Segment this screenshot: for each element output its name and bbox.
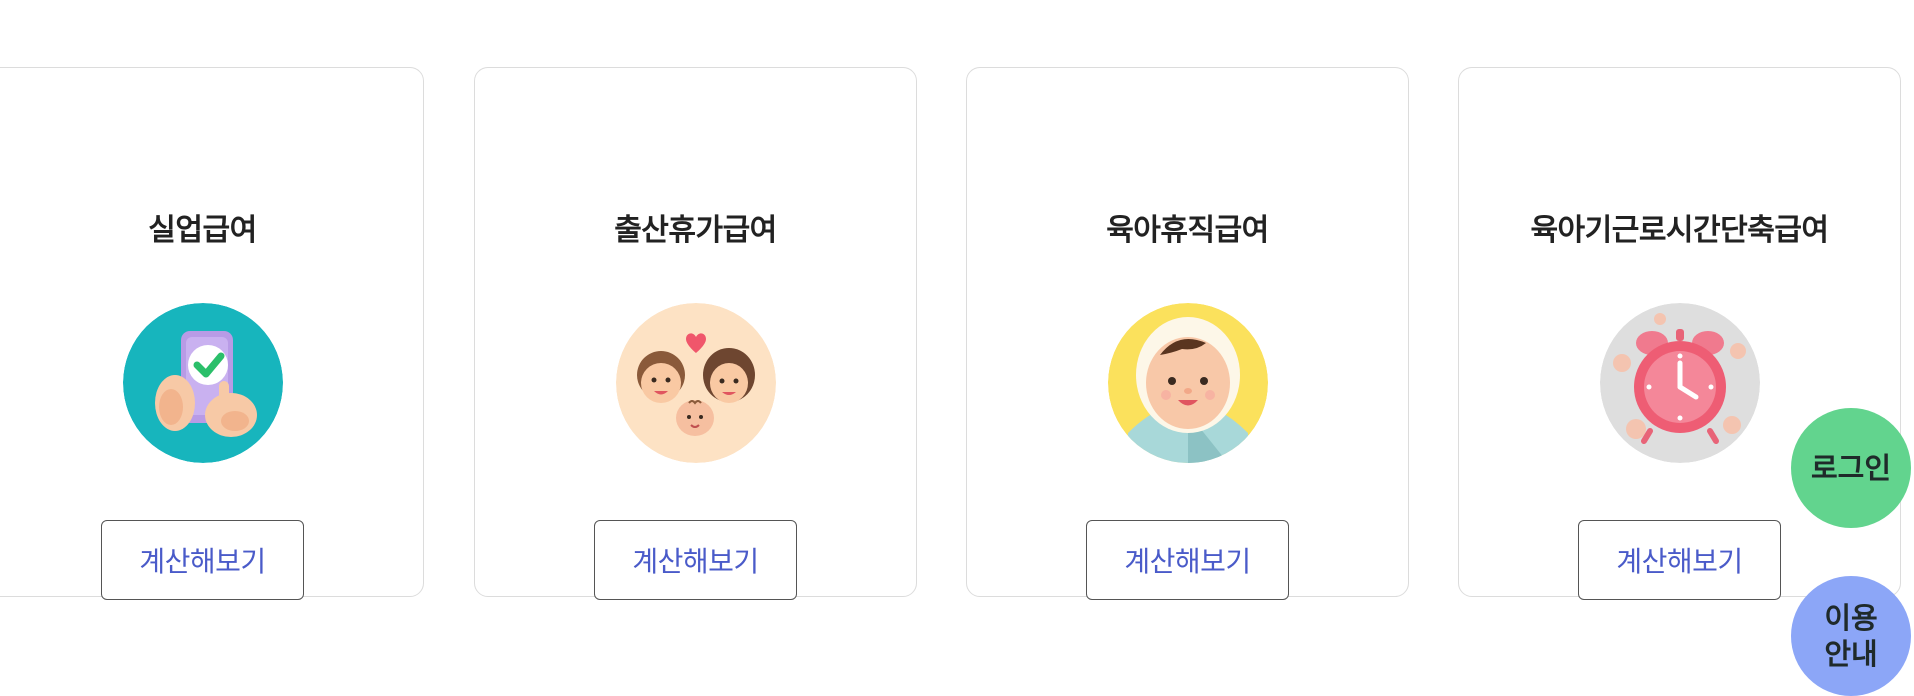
usage-guide-label-line2: 안내 <box>1824 637 1878 671</box>
card-title: 출산휴가급여 <box>614 213 777 248</box>
usage-guide-label-line1: 이용 <box>1824 600 1878 635</box>
phone-check-icon <box>122 303 283 463</box>
login-button[interactable]: 로그인 <box>1791 408 1911 528</box>
benefit-card-maternity-leave: 출산휴가급여 계산해보기 <box>474 67 917 600</box>
card-title: 실업급여 <box>148 213 257 248</box>
usage-guide-button[interactable]: 이용 안내 <box>1791 576 1911 696</box>
card-title: 육아기근로시간단축급여 <box>1530 213 1829 248</box>
family-icon <box>615 303 776 463</box>
benefit-card-parental-leave: 육아휴직급여 계산해보기 <box>966 67 1409 600</box>
calculate-button[interactable]: 계산해보기 <box>594 520 797 600</box>
card-title: 육아휴직급여 <box>1106 213 1269 248</box>
calculate-button[interactable]: 계산해보기 <box>1578 520 1781 600</box>
calculate-button[interactable]: 계산해보기 <box>101 520 304 600</box>
login-label: 로그인 <box>1810 450 1892 485</box>
alarm-clock-icon <box>1599 303 1760 463</box>
calculate-button[interactable]: 계산해보기 <box>1086 520 1289 600</box>
benefit-card-unemployment: 실업급여 계산해보기 <box>0 67 424 600</box>
baby-icon <box>1107 303 1268 463</box>
